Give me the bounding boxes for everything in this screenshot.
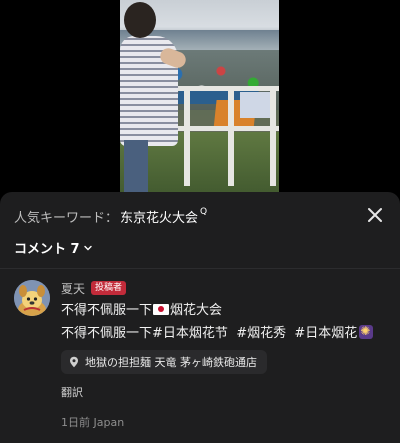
- hashtag-link[interactable]: #日本烟花节: [152, 326, 228, 341]
- keyword-label: 人気キーワード：: [14, 210, 119, 226]
- hashtag-link[interactable]: #日本烟花: [294, 326, 357, 341]
- comment-text-line-2: 不得不佩服一下#日本烟花节 #烟花秀 #日本烟花: [61, 323, 390, 342]
- comment-count-toggle[interactable]: コメント 7: [14, 238, 93, 257]
- close-button[interactable]: [364, 204, 386, 226]
- chevron-down-icon: [83, 245, 92, 250]
- comment-text: 烟花大会: [170, 303, 223, 318]
- keyword-row[interactable]: 人気キーワード： 东京花火大会 Q: [14, 206, 386, 226]
- video-frame[interactable]: [120, 0, 279, 192]
- name-row: 夏天 投稿者: [61, 280, 390, 296]
- comment-text-line-1: 不得不佩服一下 烟花大会: [61, 302, 390, 319]
- video-player[interactable]: [0, 0, 400, 192]
- comment-body: 夏天 投稿者 不得不佩服一下 烟花大会 不得不佩服一下#日本烟花节 #烟花秀 #日…: [61, 280, 390, 430]
- comment-sheet: 人気キーワード： 东京花火大会 Q コメント 7 夏天 投稿者 不得不佩服一下 …: [0, 192, 400, 443]
- location-chip[interactable]: 地獄の担担麺 天竜 茅ヶ崎鉄砲通店: [61, 350, 267, 374]
- japan-flag-icon: [153, 304, 170, 315]
- comment-count-label: コメント 7: [14, 242, 80, 257]
- close-icon: [368, 208, 382, 222]
- timestamp: 1日前: [61, 416, 90, 429]
- timestamp-row: 1日前 Japan: [61, 414, 390, 430]
- divider: [0, 268, 400, 269]
- keyword-link[interactable]: 东京花火大会: [120, 207, 198, 226]
- search-icon: Q: [200, 207, 208, 217]
- translate-button[interactable]: 翻訳: [61, 384, 390, 400]
- hashtag-link[interactable]: #烟花秀: [236, 326, 286, 341]
- user-name[interactable]: 夏天: [61, 280, 85, 297]
- person-figure: [120, 0, 188, 192]
- avatar[interactable]: [14, 280, 50, 316]
- firework-icon: [359, 323, 374, 340]
- location-text: 地獄の担担麺 天竜 茅ヶ崎鉄砲通店: [85, 356, 257, 369]
- comment-text: 不得不佩服一下: [61, 326, 153, 341]
- comment-text: 不得不佩服一下: [61, 303, 153, 318]
- region-label: Japan: [93, 416, 125, 429]
- author-badge: 投稿者: [91, 281, 127, 295]
- location-pin-icon: [70, 356, 78, 368]
